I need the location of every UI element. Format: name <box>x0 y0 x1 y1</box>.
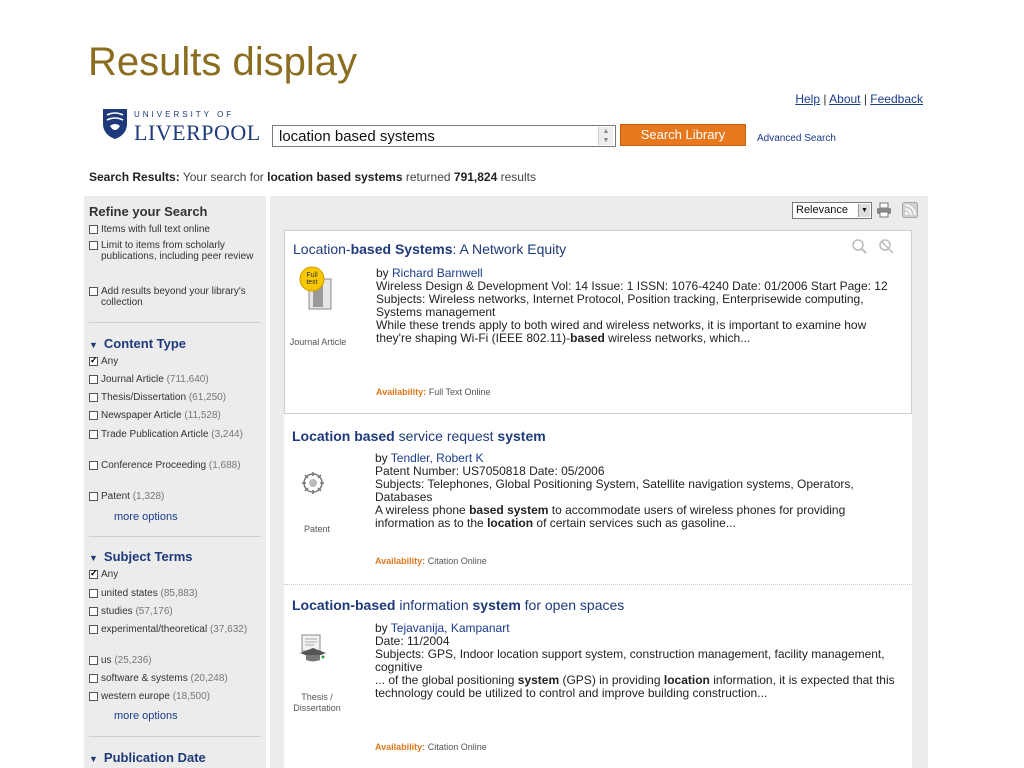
results-summary: Search Results: Your search for location… <box>89 170 536 184</box>
university-logo[interactable]: UNIVERSITY OF LIVERPOOL <box>102 108 262 150</box>
checkbox[interactable] <box>89 393 98 402</box>
checkbox[interactable] <box>89 241 98 250</box>
refine-sidebar: Refine your Search Items with full text … <box>84 196 266 768</box>
search-spinner[interactable]: ▲ ▼ <box>598 127 613 145</box>
divider <box>89 322 261 323</box>
facet-item[interactable]: us (25,236) <box>89 655 261 666</box>
result-details: by Tendler, Robert K Patent Number: US70… <box>375 451 854 530</box>
result-separator <box>284 584 912 585</box>
checkbox[interactable] <box>89 430 98 439</box>
result-details: by Tejavanija, Kampanart Date: 11/2004 S… <box>375 621 895 700</box>
cite-icon[interactable] <box>879 239 894 254</box>
facet-item[interactable]: studies (57,176) <box>89 606 261 617</box>
facet-item[interactable]: Thesis/Dissertation (61,250) <box>89 392 261 403</box>
checkbox[interactable] <box>89 492 98 501</box>
facet-item[interactable]: experimental/theoretical (37,632) <box>89 624 261 635</box>
facet-item[interactable]: software & systems (20,248) <box>89 673 261 684</box>
availability[interactable]: Availability: Citation Online <box>375 742 487 752</box>
thesis-icon <box>300 634 326 662</box>
triangle-down-icon: ▼ <box>89 340 98 350</box>
checkbox[interactable] <box>89 225 98 234</box>
facet-item[interactable]: Patent (1,328) <box>89 491 261 502</box>
filter-scholarly[interactable]: Limit to items from scholarly publicatio… <box>89 240 261 262</box>
result-title[interactable]: Location based service request system <box>292 428 546 444</box>
facet-item[interactable]: united states (85,883) <box>89 588 261 599</box>
dropdown-arrow-icon[interactable]: ▼ <box>858 204 870 217</box>
checkbox[interactable] <box>89 287 98 296</box>
content-type-title[interactable]: ▼ Content Type <box>89 336 186 351</box>
feedback-link[interactable]: Feedback <box>870 92 923 106</box>
facet-item[interactable]: Conference Proceeding (1,688) <box>89 460 261 471</box>
full-text-journal-icon: Full text <box>299 266 332 310</box>
facet-item[interactable]: Any <box>89 355 261 367</box>
checkbox[interactable] <box>89 375 98 384</box>
logo-liverpool: LIVERPOOL <box>134 120 261 145</box>
checkbox[interactable] <box>89 568 98 579</box>
checkbox[interactable] <box>89 692 98 701</box>
checkbox[interactable] <box>89 461 98 470</box>
filter-full-text[interactable]: Items with full text online <box>89 224 261 235</box>
full-text-badge: Full <box>306 272 318 279</box>
filter-beyond-collection[interactable]: Add results beyond your library's collec… <box>89 286 261 308</box>
author-link[interactable]: Richard Barnwell <box>392 266 483 280</box>
logo-university-of: UNIVERSITY OF <box>134 110 235 119</box>
result-type: Patent <box>303 524 331 534</box>
facet-item[interactable]: Trade Publication Article (3,244) <box>89 429 261 440</box>
result-item: Location-based Systems: A Network Equity… <box>284 230 912 414</box>
shield-icon <box>103 109 127 139</box>
divider <box>89 736 261 737</box>
search-icon[interactable] <box>852 239 867 254</box>
print-icon[interactable] <box>876 202 892 218</box>
checkbox[interactable] <box>89 589 98 598</box>
result-title[interactable]: Location-based Systems: A Network Equity <box>293 241 566 257</box>
checkbox[interactable] <box>89 625 98 634</box>
triangle-down-icon: ▼ <box>89 553 98 563</box>
content-type-more-options[interactable]: more options <box>114 511 178 523</box>
result-tools <box>852 239 894 254</box>
refine-title: Refine your Search <box>89 204 208 219</box>
result-title[interactable]: Location-based information system for op… <box>292 597 624 613</box>
availability[interactable]: Availability: Citation Online <box>375 556 487 566</box>
triangle-down-icon: ▼ <box>89 754 98 764</box>
facet-item[interactable]: western europe (18,500) <box>89 691 261 702</box>
help-link[interactable]: Help <box>795 92 820 106</box>
author-link[interactable]: Tejavanija, Kampanart <box>391 621 510 635</box>
top-links: Help | About | Feedback <box>795 92 923 106</box>
search-library-button[interactable]: Search Library <box>620 124 746 146</box>
publication-date-title[interactable]: ▼ Publication Date <box>89 750 206 765</box>
result-type: Thesis / Dissertation <box>293 692 341 713</box>
divider <box>89 536 261 537</box>
result-details: by Richard Barnwell Wireless Design & De… <box>376 266 888 345</box>
slide-title: Results display <box>88 40 358 84</box>
about-link[interactable]: About <box>829 92 860 106</box>
rss-feed-icon[interactable] <box>902 202 918 218</box>
checkbox[interactable] <box>89 656 98 665</box>
result-item: Location-based information system for op… <box>284 588 912 763</box>
result-type: Journal Article <box>289 337 347 347</box>
checkbox[interactable] <box>89 607 98 616</box>
checkbox[interactable] <box>89 674 98 683</box>
svg-text:text: text <box>306 279 317 286</box>
facet-item[interactable]: Any <box>89 568 261 580</box>
checkbox[interactable] <box>89 355 98 366</box>
author-link[interactable]: Tendler, Robert K <box>391 451 484 465</box>
availability[interactable]: Availability: Full Text Online <box>376 387 491 397</box>
facet-item[interactable]: Newspaper Article (11,528) <box>89 410 261 421</box>
search-input[interactable]: location based systems <box>272 125 616 147</box>
subject-terms-title[interactable]: ▼ Subject Terms <box>89 549 193 564</box>
subject-terms-more-options[interactable]: more options <box>114 710 178 722</box>
facet-item[interactable]: Journal Article (711,640) <box>89 374 261 385</box>
result-item: Location based service request system Pa… <box>284 418 912 584</box>
checkbox[interactable] <box>89 411 98 420</box>
patent-icon <box>302 472 324 494</box>
advanced-search-link[interactable]: Advanced Search <box>757 133 836 144</box>
sort-select[interactable]: Relevance ▼ <box>792 202 872 219</box>
